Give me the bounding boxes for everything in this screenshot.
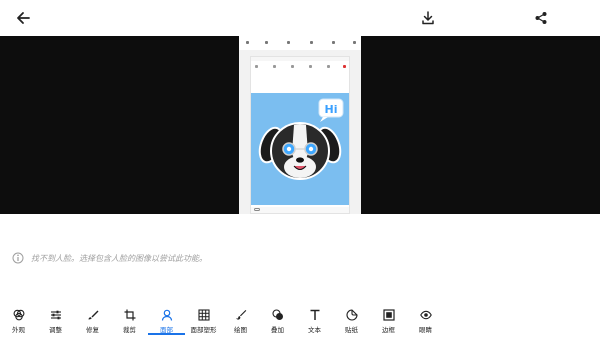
image-preview[interactable]: Hi	[0, 36, 600, 214]
tool-label: 贴纸	[345, 326, 358, 334]
tool-face[interactable]: 面部	[148, 306, 185, 337]
top-app-bar	[0, 0, 600, 36]
tool-frame[interactable]: 边框	[370, 306, 407, 337]
tool-label: 眼睛	[419, 326, 432, 334]
brush-icon	[86, 308, 100, 322]
image-screenshot-content: Hi	[250, 56, 350, 214]
tool-draw[interactable]: 绘图	[222, 306, 259, 337]
tool-crop[interactable]: 裁剪	[111, 306, 148, 337]
edited-image[interactable]: Hi	[239, 36, 361, 214]
tool-heal[interactable]: 修复	[74, 306, 111, 337]
tool-face-shaping[interactable]: 面部塑形	[185, 306, 222, 337]
tool-adjust[interactable]: 调整	[37, 306, 74, 337]
tool-label: 边框	[382, 326, 395, 334]
image-screenshot-toolbar	[239, 36, 361, 50]
tool-sticker[interactable]: 贴纸	[333, 306, 370, 337]
share-icon	[535, 12, 547, 24]
tool-appearance[interactable]: 外观	[0, 306, 37, 337]
crop-icon	[123, 308, 137, 322]
tool-overlay[interactable]: 叠加	[259, 306, 296, 337]
tool-eyes[interactable]: 眼睛	[407, 306, 444, 337]
notice-text: 找不到人脸。选择包含人脸的图像以尝试此功能。	[31, 253, 207, 263]
overlay-icon	[271, 308, 285, 322]
active-tool-indicator	[148, 333, 185, 335]
draw-icon	[234, 308, 248, 322]
info-icon	[12, 252, 24, 264]
tool-label: 叠加	[271, 326, 284, 334]
tool-label: 文本	[308, 326, 321, 334]
face-grid-icon	[197, 308, 211, 322]
tool-label: 裁剪	[123, 326, 136, 334]
dog-sticker-image: Hi	[251, 93, 349, 205]
download-button[interactable]	[416, 6, 440, 30]
sticker-text: Hi	[325, 103, 338, 116]
sliders-icon	[49, 308, 63, 322]
tool-label: 绘图	[234, 326, 247, 334]
tool-label: 修复	[86, 326, 99, 334]
frame-icon	[382, 308, 396, 322]
share-button[interactable]	[529, 6, 553, 30]
download-icon	[422, 11, 434, 25]
tool-text[interactable]: 文本	[296, 306, 333, 337]
no-face-notice: 找不到人脸。选择包含人脸的图像以尝试此功能。	[12, 250, 207, 266]
tool-label: 面部塑形	[190, 326, 217, 334]
back-button[interactable]	[11, 6, 35, 30]
arrow-left-icon	[17, 12, 30, 24]
tool-label: 外观	[12, 326, 25, 334]
text-icon	[308, 308, 322, 322]
sticker-icon	[345, 308, 359, 322]
tool-label: 调整	[49, 326, 62, 334]
edit-tool-bar: 外观 调整 修复 裁剪 面部 面部塑形 绘图 叠加 文本 贴纸 边框 眼睛	[0, 306, 600, 337]
appearance-icon	[12, 308, 26, 322]
eye-icon	[419, 308, 433, 322]
face-icon	[160, 308, 174, 322]
